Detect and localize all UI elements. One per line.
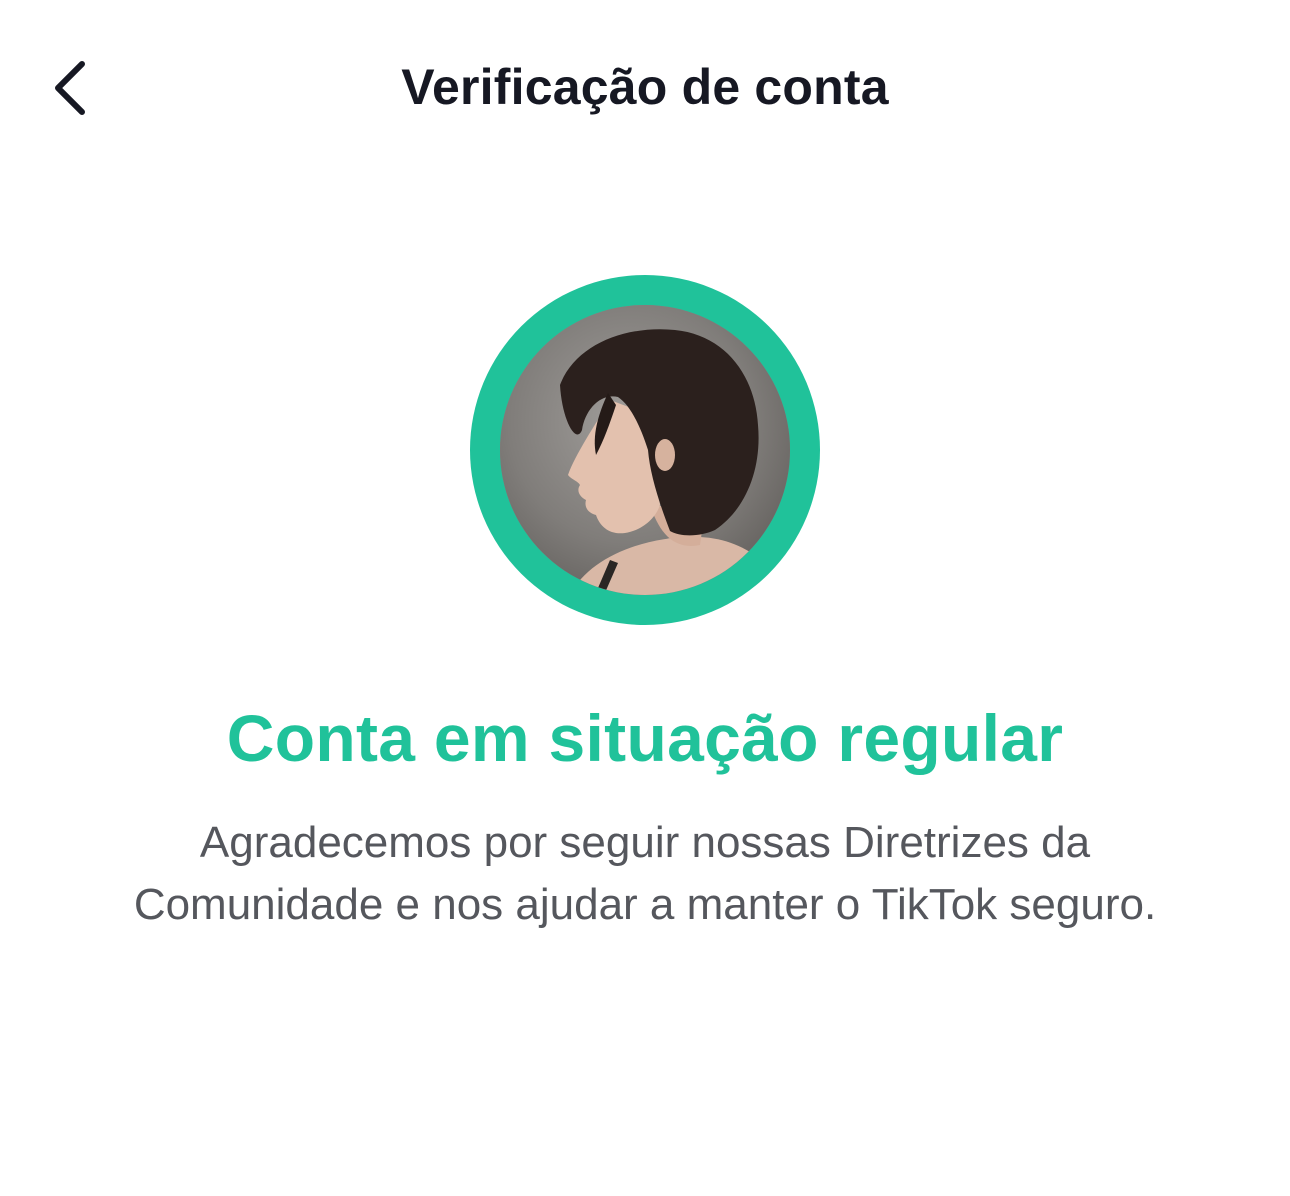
page-title: Verificação de conta xyxy=(401,59,889,115)
status-description: Agradecemos por seguir nossas Diretrizes… xyxy=(133,818,1157,929)
status-title: Conta em situação regular xyxy=(226,701,1064,775)
avatar-ring xyxy=(470,275,820,625)
avatar xyxy=(500,305,790,595)
header-bar: Verificação de conta xyxy=(0,0,1290,180)
